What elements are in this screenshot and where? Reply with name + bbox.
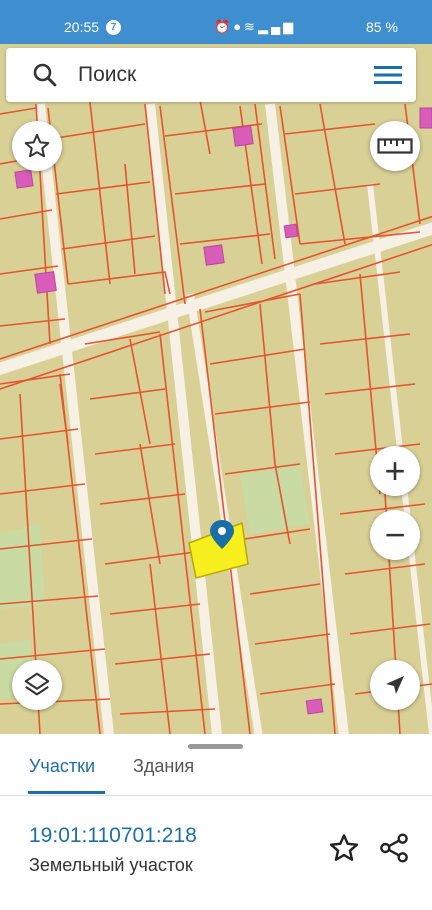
favorites-button[interactable] <box>12 121 62 171</box>
ruler-icon <box>377 138 413 154</box>
share-icon[interactable] <box>378 832 410 864</box>
tabs-divider <box>0 795 432 796</box>
alarm-icon: ⏰ <box>214 19 234 34</box>
active-tab-indicator <box>28 791 105 794</box>
cadastral-map[interactable] <box>0 44 432 734</box>
navigation-icon <box>386 676 404 694</box>
signal-icon: ▂▄▆ <box>257 19 297 34</box>
zoom-in-button[interactable]: + <box>370 446 420 496</box>
status-bar: 20:55 7 ⏰●≋▂▄▆ 85 % <box>0 0 432 44</box>
zoom-out-button[interactable]: − <box>370 510 420 560</box>
ruler-button[interactable] <box>370 121 420 171</box>
star-icon <box>24 133 50 158</box>
battery-level: 85 % <box>366 19 398 35</box>
menu-icon[interactable] <box>372 62 404 88</box>
drag-handle[interactable] <box>188 744 243 749</box>
search-icon[interactable] <box>32 62 58 88</box>
minus-icon: − <box>384 514 406 555</box>
tab-parcels[interactable]: Участки <box>29 756 95 794</box>
search-bar[interactable] <box>6 48 416 102</box>
search-input[interactable] <box>78 61 358 89</box>
favorite-star-icon[interactable] <box>328 832 360 864</box>
layers-button[interactable] <box>12 660 62 710</box>
object-type: Земельный участок <box>29 855 193 875</box>
locate-button[interactable] <box>370 660 420 710</box>
map-canvas[interactable] <box>0 44 432 734</box>
wifi-icon: ≋ <box>244 19 258 34</box>
status-time: 20:55 <box>64 19 100 35</box>
layers-icon <box>24 672 50 696</box>
cadastral-number[interactable]: 19:01:110701:218 <box>29 824 197 848</box>
plus-icon: + <box>384 450 406 491</box>
notification-count-badge: 7 <box>106 20 121 35</box>
tab-buildings[interactable]: Здания <box>133 756 194 794</box>
status-icons: ⏰●≋▂▄▆ <box>214 19 296 35</box>
location-icon: ● <box>233 19 245 34</box>
